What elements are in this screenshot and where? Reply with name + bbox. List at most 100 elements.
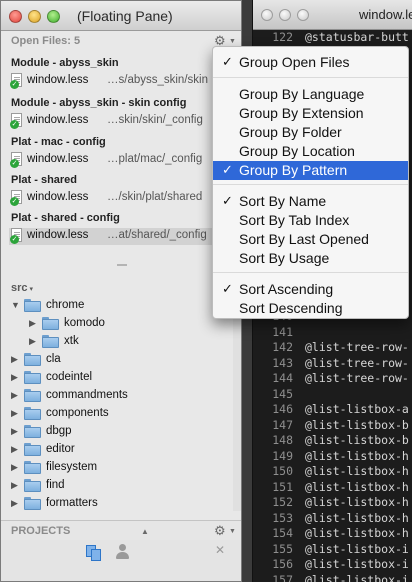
chevron-down-icon: ▾ (29, 286, 34, 293)
code-line[interactable]: 147 @list-listbox-b (253, 418, 412, 434)
gear-icon[interactable]: ⚙ (214, 524, 226, 537)
menu-item-label: Group By Pattern (239, 162, 348, 178)
disclosure-collapsed-icon[interactable]: ▶ (11, 390, 21, 401)
checkmark-icon: ✓ (222, 162, 233, 177)
zoom-dot-icon[interactable] (297, 9, 309, 21)
folder-icon (24, 479, 41, 492)
code-line[interactable]: 157 @list-listbox-i (253, 573, 412, 582)
code-line[interactable]: 145 (253, 387, 412, 403)
line-code: @list-listbox-a (305, 402, 409, 416)
code-line[interactable]: 141 (253, 325, 412, 341)
projects-header: PROJECTS ▲ ⚙ ▼ (1, 520, 241, 540)
menu-item-group-by-language[interactable]: Group By Language (213, 85, 408, 104)
code-line[interactable]: 149 @list-listbox-h (253, 449, 412, 465)
code-line[interactable]: 143 @list-tree-row- (253, 356, 412, 372)
code-line[interactable]: 148 @list-listbox-b (253, 433, 412, 449)
disclosure-collapsed-icon[interactable]: ▶ (11, 444, 21, 455)
open-file-row[interactable]: ✓ window.less …plat/mac/_config (9, 152, 241, 169)
checkmark-icon: ✓ (222, 54, 233, 69)
tree-folder-row[interactable]: ▶ components (11, 405, 231, 423)
menu-item-group-by-location[interactable]: Group By Location (213, 142, 408, 161)
disclosure-collapsed-icon[interactable]: ▶ (29, 318, 39, 329)
code-line[interactable]: 153 @list-listbox-h (253, 511, 412, 527)
line-code: @list-tree-row- (305, 355, 409, 370)
code-line[interactable]: 150 @list-listbox-h (253, 464, 412, 480)
disclosure-collapsed-icon[interactable]: ▶ (11, 354, 21, 365)
folder-name: formatters (46, 497, 98, 509)
person-icon[interactable] (114, 544, 130, 560)
tree-scrollbar[interactable] (233, 296, 241, 511)
menu-item-sort-by-name[interactable]: ✓ Sort By Name (213, 192, 408, 211)
folder-icon (24, 353, 41, 366)
menu-item-label: Sort By Last Opened (239, 231, 369, 247)
minimize-dot-icon[interactable] (279, 9, 291, 21)
tree-folder-row[interactable]: ▶ filesystem (11, 459, 231, 477)
menu-item-group-open-files[interactable]: ✓ Group Open Files (213, 53, 408, 72)
disclosure-collapsed-icon[interactable]: ▶ (11, 372, 21, 383)
file-name: window.less (27, 153, 89, 165)
tree-folder-row[interactable]: ▶ formatters (11, 495, 231, 513)
menu-item-sort-by-usage[interactable]: Sort By Usage (213, 249, 408, 268)
code-line[interactable]: 152 @list-listbox-h (253, 495, 412, 511)
code-line[interactable]: 146 @list-listbox-a (253, 402, 412, 418)
menu-item-label: Group By Language (239, 86, 365, 102)
disclosure-collapsed-icon[interactable]: ▶ (29, 336, 39, 347)
close-dot-icon[interactable] (261, 9, 273, 21)
pane-titlebar[interactable]: (Floating Pane) (1, 1, 241, 31)
code-line[interactable]: 144 @list-tree-row- (253, 371, 412, 387)
file-icon: ✓ (10, 228, 24, 244)
tree-folder-row[interactable]: ▶ cla (11, 351, 231, 369)
tree-folder-row[interactable]: ▶ komodo (29, 315, 231, 333)
tree-folder-row[interactable]: ▶ codeintel (11, 369, 231, 387)
open-file-row[interactable]: ✓ window.less …at/shared/_config (9, 228, 241, 245)
menu-item-group-by-extension[interactable]: Group By Extension (213, 104, 408, 123)
open-file-row[interactable]: ✓ window.less …/skin/plat/shared (9, 190, 241, 207)
disclosure-collapsed-icon[interactable]: ▶ (11, 426, 21, 437)
chevron-down-icon[interactable]: ▼ (229, 528, 236, 535)
file-icon: ✓ (10, 113, 24, 129)
menu-item-group-by-folder[interactable]: Group By Folder (213, 123, 408, 142)
tree-folder-row[interactable]: ▶ find (11, 477, 231, 495)
open-files-tab-icon[interactable] (86, 545, 102, 561)
disclosure-expanded-icon[interactable]: ▼ (11, 300, 21, 310)
menu-item-sort-by-last-opened[interactable]: Sort By Last Opened (213, 230, 408, 249)
tree-folder-row[interactable]: ▼ chrome (11, 297, 231, 315)
code-line[interactable]: 156 @list-listbox-i (253, 557, 412, 573)
menu-item-sort-descending[interactable]: Sort Descending (213, 299, 408, 318)
menu-item-sort-by-tab-index[interactable]: Sort By Tab Index (213, 211, 408, 230)
code-line[interactable]: 154 @list-listbox-h (253, 526, 412, 542)
code-line[interactable]: 142 @list-tree-row- (253, 340, 412, 356)
tree-root-label[interactable]: src ▾ (11, 282, 33, 294)
close-button[interactable] (9, 10, 22, 23)
menu-item-label: Sort By Usage (239, 250, 330, 266)
code-line[interactable]: 155 @list-listbox-i (253, 542, 412, 558)
group-title: Plat - mac - config (11, 136, 106, 148)
disclosure-collapsed-icon[interactable]: ▶ (11, 408, 21, 419)
chevron-down-icon[interactable]: ▼ (229, 38, 236, 45)
line-number: 156 (272, 557, 293, 571)
disclosure-collapsed-icon[interactable]: ▶ (11, 498, 21, 509)
tree-folder-row[interactable]: ▶ xtk (29, 333, 231, 351)
open-file-row[interactable]: ✓ window.less …skin/skin/_config (9, 113, 241, 130)
group-sort-menu: ✓ Group Open Files Group By Language Group … (212, 46, 409, 319)
menu-item-group-by-pattern[interactable]: ✓ Group By Pattern (213, 161, 408, 180)
tree-folder-row[interactable]: ▶ dbgp (11, 423, 231, 441)
disclosure-collapsed-icon[interactable]: ▶ (11, 462, 21, 473)
code-line[interactable]: 151 @list-listbox-h (253, 480, 412, 496)
line-number: 145 (272, 386, 293, 401)
pane-splitter[interactable] (1, 261, 241, 268)
open-file-row[interactable]: ✓ window.less …s/abyss_skin/skin (9, 73, 241, 90)
disclosure-collapsed-icon[interactable]: ▶ (11, 480, 21, 491)
tree-folder-row[interactable]: ▶ commandments (11, 387, 231, 405)
minimize-button[interactable] (28, 10, 41, 23)
file-path: …skin/skin/_config (107, 114, 203, 126)
line-number: 151 (272, 479, 293, 494)
zoom-button[interactable] (47, 10, 60, 23)
menu-item-sort-ascending[interactable]: ✓ Sort Ascending (213, 280, 408, 299)
menu-item-label: Sort By Name (239, 193, 327, 209)
code-line[interactable]: 122 @statusbar-butt (253, 30, 412, 46)
file-name: window.less (27, 114, 89, 126)
close-icon[interactable]: ✕ (215, 543, 225, 557)
tree-folder-row[interactable]: ▶ editor (11, 441, 231, 459)
chevron-up-icon[interactable]: ▲ (141, 527, 149, 536)
